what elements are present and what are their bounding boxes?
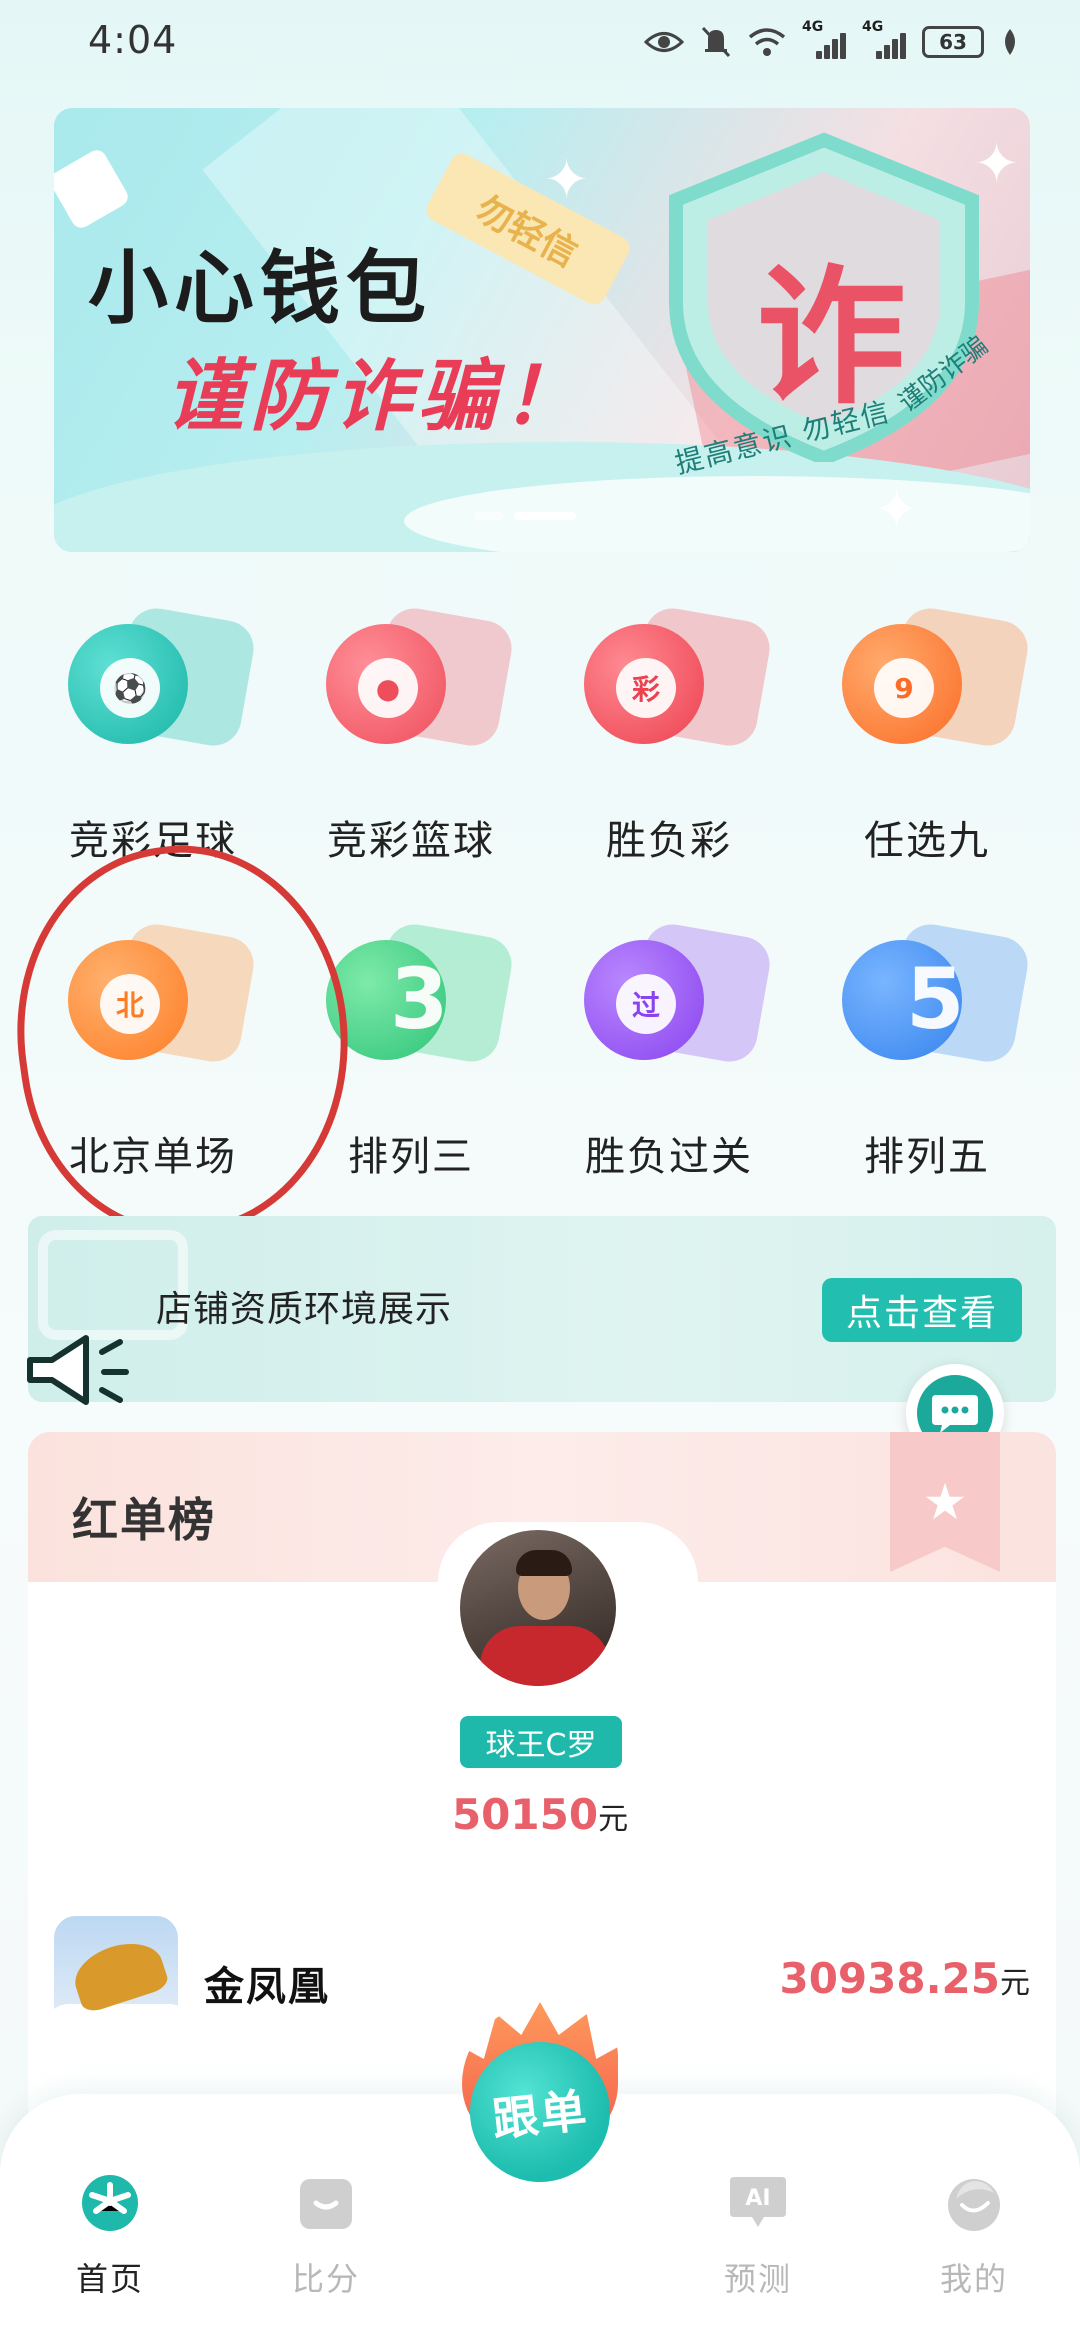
status-time: 4:04 [88,18,178,62]
home-ball-icon [77,2170,143,2236]
lottery-label: 竞彩篮球 [327,818,495,864]
view-button[interactable]: 点击查看 [822,1278,1022,1342]
lottery-glyph: 5 [906,950,965,1048]
network-type-label-2: 4G [862,19,884,35]
lottery-item-jingcai-basketball[interactable]: ● 竞彩篮球 [282,590,540,890]
ai-badge-text: AI [745,2186,770,2211]
shop-notice-banner[interactable]: 店铺资质环境展示 点击查看 [28,1216,1056,1402]
follow-bet-button[interactable]: 跟单 [462,2002,618,2212]
tab-score[interactable]: 比分 [256,2170,396,2300]
sparkle-icon: ✦ [544,148,590,211]
tab-label: 首页 [75,2260,144,2298]
amount-value: 30938.25 [779,1954,1000,2003]
pass-icon: 过 [574,920,774,1070]
tab-prediction[interactable]: AI 预测 [688,2170,828,2300]
status-bar: 4:04 4G 4G 63 [0,0,1080,90]
lottery-glyph: 3 [390,950,449,1048]
lottery-item-shengfu-guoguan[interactable]: 过 胜负过关 [540,906,798,1206]
dice-icon [54,146,132,232]
lottery-label: 排列五 [864,1134,990,1180]
amount-value: 50150 [451,1790,599,1839]
sparkle-icon: ✦ [874,478,920,541]
lottery-item-shengfucai[interactable]: 彩 胜负彩 [540,590,798,890]
user-name: 金凤凰 [204,1964,330,2010]
number-five-icon: 5 [832,920,1032,1070]
mute-bell-icon [700,25,732,59]
lottery-label: 胜负过关 [585,1134,753,1180]
ai-chat-icon: AI [725,2170,791,2236]
lottery-item-jingcai-football[interactable]: ⚽ 竞彩足球 [24,590,282,890]
status-icons: 4G 4G 63 [644,19,1020,64]
sparkle-icon: ✦ [974,132,1020,195]
tab-label: 我的 [939,2260,1008,2298]
score-icon [293,2170,359,2236]
megaphone-icon [27,1335,129,1405]
lottery-glyph: 过 [616,974,676,1034]
avatar[interactable] [454,1524,622,1692]
lottery-item-renxuanjiu[interactable]: 9 任选九 [798,590,1056,890]
anti-fraud-banner[interactable]: 诈 提高意识 勿轻信 谨防诈骗 勿轻信 小心钱包 谨防诈骗！ ✦ ✦ ✦ [54,108,1030,552]
tab-mine[interactable]: 我的 [904,2170,1044,2300]
tab-label: 比分 [291,2260,360,2298]
lottery-item-pailiewu[interactable]: 5 排列五 [798,906,1056,1206]
football-icon: ⚽ [58,604,258,754]
battery-indicator: 63 [922,26,984,58]
banner-subtitle: 谨防诈骗！ [166,352,587,442]
cellular-signal-icon: 4G [802,19,846,59]
lottery-glyph: 彩 [616,658,676,718]
wifi-icon [748,27,786,57]
eye-icon [644,29,684,55]
amount-unit: 元 [1000,1966,1030,2001]
lottery-glyph: 9 [874,658,934,718]
leaf-icon [1000,27,1020,57]
lottery-ball-icon: 彩 [574,604,774,754]
top-user-name[interactable]: 球王C罗 [460,1716,622,1768]
lottery-label: 任选九 [864,818,990,864]
amount-unit: 元 [598,1802,629,1837]
banner-title: 小心钱包 [88,242,432,335]
tab-label: 预测 [723,2260,792,2298]
number-nine-icon: 9 [832,604,1032,754]
carousel-indicator [474,512,576,520]
profile-icon [941,2170,1007,2236]
cellular-signal-icon-2: 4G [862,19,906,59]
user-amount: 30938.25元 [779,1954,1030,2003]
top-user-amount: 50150元 [380,1790,700,1839]
lottery-label: 胜负彩 [606,818,732,864]
carousel-dot [474,512,504,520]
carousel-dot-active [514,512,576,520]
ranking-title: 红单榜 [72,1493,216,1547]
avatar [54,1916,178,2040]
network-type-label: 4G [802,19,824,35]
tab-home[interactable]: 首页 [40,2170,180,2300]
notice-text: 店铺资质环境展示 [156,1289,453,1330]
basketball-icon: ● [316,604,516,754]
